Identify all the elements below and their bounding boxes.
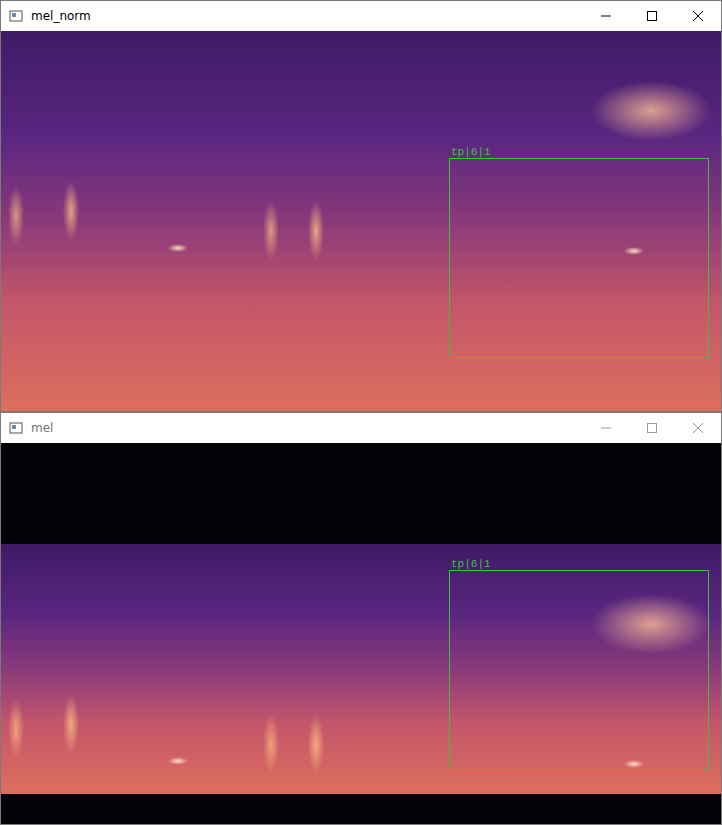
minimize-button[interactable]: [583, 413, 629, 443]
close-icon: [693, 11, 703, 21]
image-window[interactable]: mel tp|6|1: [0, 412, 722, 825]
window-title: mel_norm: [31, 9, 91, 23]
spectrogram-image: tp|6|1: [1, 31, 721, 411]
close-icon: [693, 423, 703, 433]
desktop: mel_norm tp|6|1 mel tp|6|1: [0, 0, 722, 825]
minimize-icon: [601, 423, 611, 433]
padding-band: [1, 794, 721, 824]
maximize-icon: [647, 11, 657, 21]
detection-box: tp|6|1: [449, 158, 709, 358]
app-icon: [9, 421, 23, 435]
detection-box: tp|6|1: [449, 570, 709, 770]
spectrogram: [1, 31, 721, 411]
spectrogram-image: tp|6|1: [1, 443, 721, 824]
close-button[interactable]: [675, 413, 721, 443]
detection-label: tp|6|1: [451, 146, 491, 158]
detection-label: tp|6|1: [451, 558, 491, 570]
padding-band: [1, 443, 721, 544]
app-icon: [9, 9, 23, 23]
title-bar[interactable]: mel_norm: [1, 1, 721, 31]
minimize-icon: [601, 11, 611, 21]
title-bar[interactable]: mel: [1, 413, 721, 443]
minimize-button[interactable]: [583, 1, 629, 31]
maximize-icon: [647, 423, 657, 433]
window-controls: [583, 413, 721, 443]
spectrogram: [1, 544, 721, 794]
image-window[interactable]: mel_norm tp|6|1: [0, 0, 722, 412]
maximize-button[interactable]: [629, 1, 675, 31]
close-button[interactable]: [675, 1, 721, 31]
maximize-button[interactable]: [629, 413, 675, 443]
window-title: mel: [31, 421, 53, 435]
window-controls: [583, 1, 721, 31]
